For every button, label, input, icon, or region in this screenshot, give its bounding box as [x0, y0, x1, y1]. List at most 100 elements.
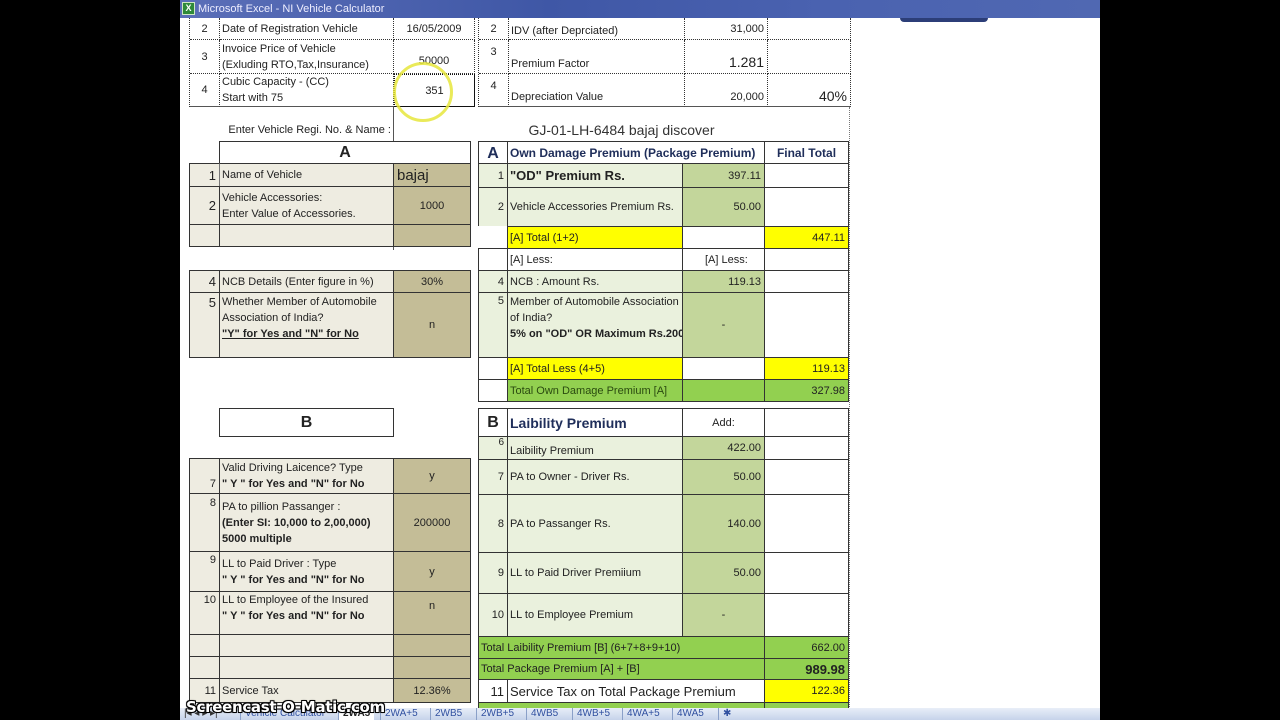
invoice-price-label: Invoice Price of Vehicle (Exluding RTO,T…	[220, 40, 394, 74]
row-number	[478, 226, 508, 249]
label-line: Member of Automobile Association	[510, 296, 679, 308]
ncb-input[interactable]: 30%	[393, 270, 471, 293]
sheet-tab[interactable]: 2WB+5	[476, 708, 518, 720]
empty-label	[219, 656, 394, 679]
insert-sheet-icon[interactable]: ✱	[718, 708, 735, 720]
vehicle-name-input[interactable]: bajaj	[393, 163, 471, 187]
label-line: Whether Member of Automobile	[222, 296, 377, 308]
driving-licence-label: Valid Driving Laicence? Type " Y " for Y…	[219, 458, 394, 494]
row-number: 4	[190, 74, 220, 107]
depreciation-percent: 40%	[768, 74, 851, 107]
label-line: Vehicle Accessories:	[222, 191, 323, 204]
final-total-header: Final Total	[764, 141, 849, 164]
total-1-2-blank	[682, 226, 765, 249]
sheet-tab[interactable]: 4WA5	[672, 708, 708, 720]
row-number: 5	[189, 292, 220, 358]
own-damage-header: Own Damage Premium (Package Premium)	[507, 141, 765, 164]
row-number	[478, 248, 508, 271]
pa-pillion-input[interactable]: 200000	[393, 493, 471, 552]
idv-extra	[768, 18, 851, 40]
reg-date-input[interactable]: 16/05/2009	[394, 18, 475, 40]
ll-driver-premium-value: 50.00	[682, 552, 765, 594]
liability-premium-value: 422.00	[682, 436, 765, 460]
row-number: 10	[189, 591, 220, 635]
row-number: 2	[190, 18, 220, 40]
assoc-discount-value: -	[682, 292, 765, 358]
pa-owner-value: 50.00	[682, 459, 765, 495]
ll-employee-label: LL to Employee of the Insured " Y " for …	[219, 591, 394, 635]
accessories-label: Vehicle Accessories: Enter Value of Acce…	[219, 186, 394, 225]
sheet-tab[interactable]: 4WB5	[526, 708, 562, 720]
excel-icon[interactable]: X	[182, 2, 195, 15]
label-line: 5000 multiple	[222, 532, 292, 545]
pa-passenger-label: PA to Passanger Rs.	[507, 494, 683, 553]
row-number	[189, 656, 220, 679]
total-less-value: 119.13	[764, 357, 849, 380]
liability-header: Laibility Premium	[507, 408, 683, 437]
row-number: 2	[478, 187, 508, 227]
right-b-table: B Laibility Premium Add: 6 Laibility Pre…	[478, 408, 849, 720]
row-number: 7	[478, 459, 508, 495]
label-line: Start with 75	[222, 92, 284, 104]
od-premium-label: "OD" Premium Rs.	[507, 163, 683, 188]
label-line: Valid Driving Laicence? Type	[222, 462, 363, 474]
label-line: Cubic Capacity - (CC)	[222, 76, 329, 88]
row-number: 10	[478, 593, 508, 637]
left-b-table: 7 Valid Driving Laicence? Type " Y " for…	[189, 458, 471, 703]
empty-input[interactable]	[393, 224, 471, 247]
less-value: [A] Less:	[682, 248, 765, 271]
row-number: 3	[479, 40, 509, 74]
ll-paid-driver-input[interactable]: y	[393, 551, 471, 592]
liability-premium-total	[764, 436, 849, 460]
sheet-tab[interactable]: 2WB5	[430, 708, 466, 720]
ll-driver-premium-label: LL to Paid Driver Premiium	[507, 552, 683, 594]
row-number: 4	[478, 270, 508, 293]
total-od-blank	[682, 379, 765, 402]
ncb-label: NCB Details (Enter figure in %)	[219, 270, 394, 293]
pa-passenger-value: 140.00	[682, 494, 765, 553]
driving-licence-input[interactable]: y	[393, 458, 471, 494]
row-number: 5	[478, 292, 508, 358]
od-premium-value: 397.11	[682, 163, 765, 188]
sheet-tab[interactable]: 4WA+5	[622, 708, 664, 720]
title-bar: X Microsoft Excel - NI Vehicle Calculato…	[180, 0, 1100, 18]
label-line: (Exluding RTO,Tax,Insurance)	[222, 58, 369, 71]
sheet-tab[interactable]: 4WB+5	[572, 708, 614, 720]
section-b-header: B	[219, 408, 394, 437]
vehicle-name-label: Name of Vehicle	[219, 163, 394, 187]
ncb-amount-label: NCB : Amount Rs.	[507, 270, 683, 293]
ribbon-collapse-handle[interactable]	[900, 18, 988, 22]
empty-input[interactable]	[393, 634, 471, 657]
pa-passenger-total	[764, 494, 849, 553]
row-number: 2	[189, 186, 220, 225]
empty-input[interactable]	[393, 656, 471, 679]
empty-label	[219, 224, 394, 247]
accessories-input[interactable]: 1000	[393, 186, 471, 225]
total-package-value: 989.98	[764, 658, 849, 680]
vehicle-reg-input[interactable]: GJ-01-LH-6484 bajaj discover	[480, 119, 763, 141]
automobile-assoc-label: Whether Member of Automobile Association…	[219, 292, 394, 358]
row-number: 1	[478, 163, 508, 188]
automobile-assoc-input[interactable]: n	[393, 292, 471, 358]
label-line: LL to Paid Driver : Type	[222, 557, 337, 570]
row-number	[478, 379, 508, 402]
sheet-tab[interactable]: 2WA+5	[380, 708, 422, 720]
service-tax-package-value: 122.36	[764, 679, 849, 703]
less-total	[764, 248, 849, 271]
ll-employee-input[interactable]: n	[393, 591, 471, 635]
assoc-discount-label: Member of Automobile Association of Indi…	[507, 292, 683, 358]
premium-factor-value: 1.281	[685, 40, 768, 74]
section-b-label: B	[478, 408, 508, 437]
row-number	[189, 224, 220, 247]
label-line: Association of India?	[222, 312, 324, 324]
service-tax-input[interactable]: 12.36%	[393, 678, 471, 703]
add-total	[764, 408, 849, 437]
label-line: Enter Value of Accessories.	[222, 207, 356, 220]
row-number: 2	[479, 18, 509, 40]
row-number: 8	[189, 493, 220, 552]
row-number: 1	[189, 163, 220, 187]
label-line: " Y " for Yes and "N" for No	[222, 610, 365, 622]
row-number: 9	[189, 551, 220, 592]
accessories-premium-total	[764, 187, 849, 227]
vehicle-reg-label: Enter Vehicle Regi. No. & Name :	[228, 124, 391, 136]
